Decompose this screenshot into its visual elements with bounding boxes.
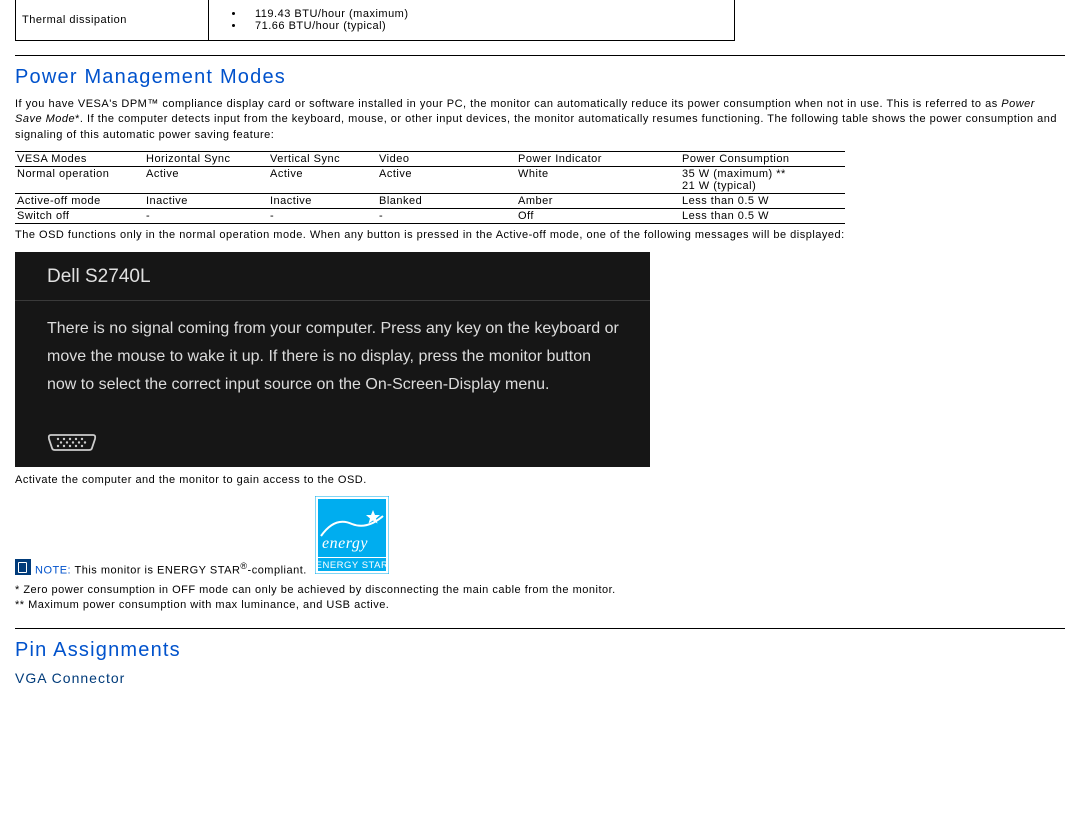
table-row: Normal operation Active Active Active Wh… <box>15 167 845 194</box>
col-power-consumption: Power Consumption <box>680 152 845 167</box>
divider <box>15 55 1065 56</box>
col-horizontal-sync: Horizontal Sync <box>144 152 268 167</box>
table-row: Switch off - - - Off Less than 0.5 W <box>15 209 845 224</box>
osd-message: There is no signal coming from your comp… <box>15 301 650 399</box>
footnotes: * Zero power consumption in OFF mode can… <box>15 583 1065 614</box>
table-row: Active-off mode Inactive Inactive Blanke… <box>15 194 845 209</box>
vga-connector-icon <box>47 432 97 455</box>
col-vesa-modes: VESA Modes <box>15 152 144 167</box>
note-icon <box>15 559 31 575</box>
osd-title: Dell S2740L <box>15 252 650 300</box>
col-power-indicator: Power Indicator <box>516 152 680 167</box>
table-header-row: VESA Modes Horizontal Sync Vertical Sync… <box>15 152 845 167</box>
col-vertical-sync: Vertical Sync <box>268 152 377 167</box>
energy-star-note-row: NOTE: This monitor is ENERGY STAR®-compl… <box>15 496 1065 577</box>
note-label: NOTE: <box>35 565 71 577</box>
osd-note-text: The OSD functions only in the normal ope… <box>15 228 1065 243</box>
thermal-values: 119.43 BTU/hour (maximum) 71.66 BTU/hour… <box>209 0 735 41</box>
thermal-label: Thermal dissipation <box>16 0 209 41</box>
thermal-typ: 71.66 BTU/hour (typical) <box>245 20 728 32</box>
col-video: Video <box>377 152 516 167</box>
thermal-max: 119.43 BTU/hour (maximum) <box>245 8 728 20</box>
activate-text: Activate the computer and the monitor to… <box>15 473 1065 488</box>
section-title-power-management: Power Management Modes <box>15 66 1065 89</box>
svg-text:energy: energy <box>322 535 368 552</box>
footnote-1: * Zero power consumption in OFF mode can… <box>15 583 1065 598</box>
intro-paragraph: If you have VESA's DPM™ compliance displ… <box>15 97 1065 143</box>
divider <box>15 628 1065 629</box>
svg-text:ENERGY STAR: ENERGY STAR <box>315 560 388 571</box>
subheading-vga-connector: VGA Connector <box>15 670 1065 686</box>
footnote-2: ** Maximum power consumption with max lu… <box>15 598 1065 613</box>
energy-star-logo: energy ENERGY STAR <box>315 496 389 577</box>
thermal-dissipation-table: Thermal dissipation 119.43 BTU/hour (max… <box>15 0 735 41</box>
section-title-pin-assignments: Pin Assignments <box>15 639 1065 662</box>
osd-screenshot: Dell S2740L There is no signal coming fr… <box>15 252 650 467</box>
note-text: NOTE: This monitor is ENERGY STAR®-compl… <box>35 561 307 577</box>
power-modes-table: VESA Modes Horizontal Sync Vertical Sync… <box>15 151 845 224</box>
